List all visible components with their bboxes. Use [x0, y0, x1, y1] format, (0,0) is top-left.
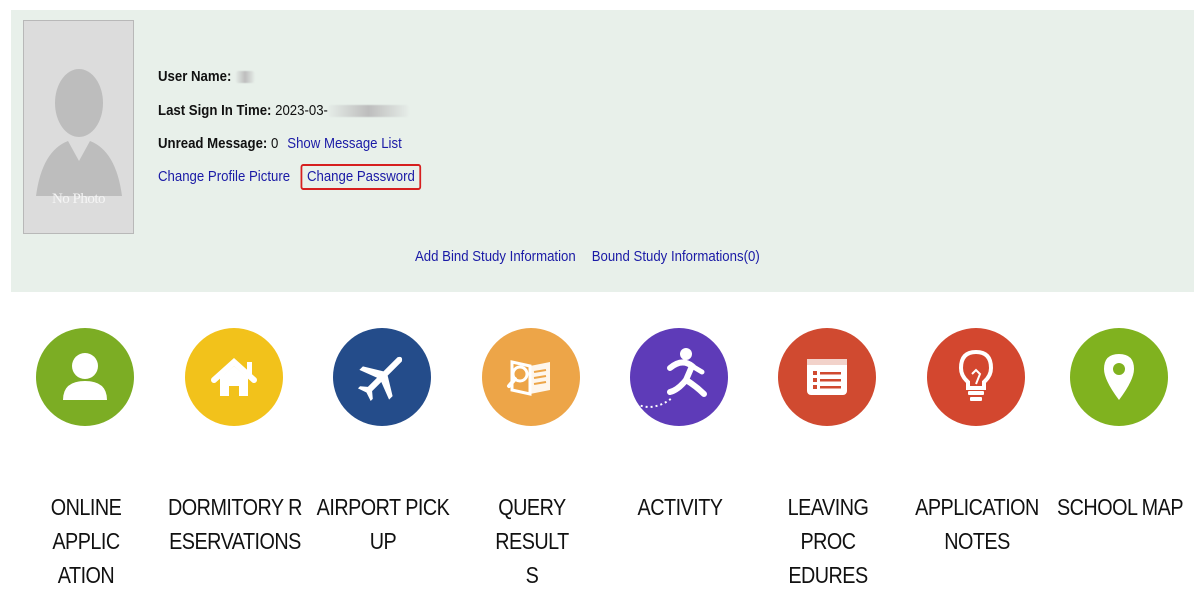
tile-label[interactable]: APPLICATION NOTES [910, 490, 1044, 558]
tile-leaving-procedures[interactable]: LEAVING PROC EDURES [754, 325, 902, 588]
tile-label[interactable]: ACTIVITY [613, 490, 747, 524]
change-password-highlight: Change Password [300, 164, 421, 190]
map-pin-icon[interactable] [1070, 328, 1168, 426]
tile-application-notes[interactable]: APPLICATION NOTES [903, 325, 1051, 562]
tile-label[interactable]: AIRPORT PICK UP [316, 490, 450, 558]
change-password-link[interactable]: Change Password [307, 168, 415, 185]
unread-message-label: Unread Message: [158, 135, 268, 152]
person-icon[interactable] [36, 328, 134, 426]
tile-label[interactable]: LEAVING PROC EDURES [761, 490, 895, 592]
tile-dormitory-reservations[interactable]: DORMITORY R ESERVATIONS [161, 325, 309, 562]
tile-query-results[interactable]: QUERY RESULT S [458, 325, 606, 588]
tile-label[interactable]: QUERY RESULT S [465, 490, 599, 592]
bound-study-link[interactable]: Bound Study Informations(0) [592, 248, 760, 265]
unread-message-row: Unread Message: 0 Show Message List [158, 135, 402, 152]
tile-label[interactable]: SCHOOL MAP [1053, 490, 1187, 524]
show-message-list-link[interactable]: Show Message List [287, 135, 401, 152]
profile-photo-placeholder: No Photo [23, 20, 134, 234]
unread-count: 0 [270, 135, 279, 152]
redacted-user-name [235, 71, 255, 84]
tile-online-application[interactable]: ONLINE APPLIC ATION [12, 325, 160, 588]
redacted-sign-in-time [327, 105, 409, 118]
last-sign-in-row: Last Sign In Time: 2023-03- [158, 102, 409, 119]
change-profile-picture-link[interactable]: Change Profile Picture [158, 168, 290, 185]
house-icon[interactable] [185, 328, 283, 426]
tile-label[interactable]: DORMITORY R ESERVATIONS [168, 490, 302, 558]
profile-panel: No Photo User Name: Last Sign In Time: 2… [11, 10, 1194, 292]
tile-school-map[interactable]: SCHOOL MAP [1046, 325, 1194, 562]
study-binding-row: Add Bind Study Information Bound Study I… [415, 248, 760, 265]
add-bind-study-link[interactable]: Add Bind Study Information [415, 248, 576, 265]
last-sign-in-label: Last Sign In Time: [158, 102, 272, 119]
user-name-label: User Name: [158, 68, 232, 85]
tile-airport-pick-up[interactable]: AIRPORT PICK UP [309, 325, 457, 562]
profile-actions-row: Change Profile Picture Change Password [158, 164, 421, 190]
document-search-icon[interactable] [482, 328, 580, 426]
tile-label[interactable]: ONLINE APPLIC ATION [19, 490, 153, 592]
last-sign-in-value: 2023-03- [275, 102, 328, 119]
running-figure-icon[interactable] [630, 328, 728, 426]
tile-activity[interactable]: ACTIVITY [606, 325, 754, 562]
photo-caption: No Photo [51, 191, 106, 207]
airplane-icon[interactable] [333, 328, 431, 426]
list-form-icon[interactable] [778, 328, 876, 426]
lightbulb-icon[interactable] [927, 328, 1025, 426]
user-name-row: User Name: [158, 68, 255, 85]
